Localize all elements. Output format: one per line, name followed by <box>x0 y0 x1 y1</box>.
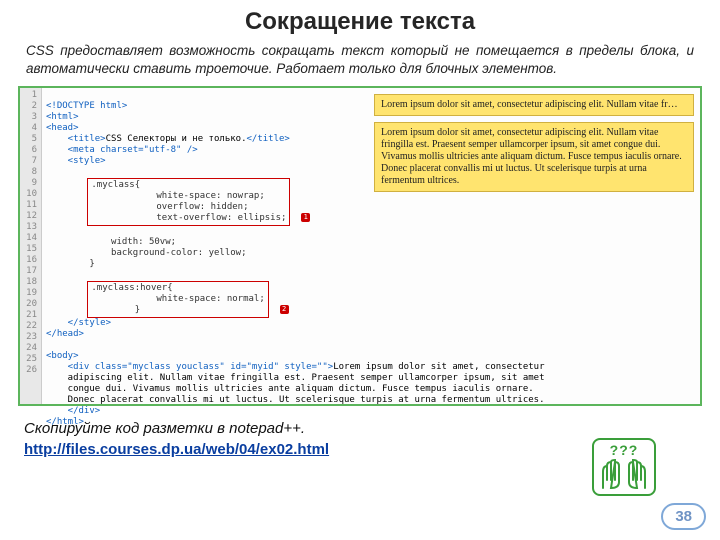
ln: 15 <box>20 244 37 255</box>
ln: 8 <box>20 167 37 178</box>
code-line: </head> <box>46 329 84 339</box>
ln: 2 <box>20 101 37 112</box>
ln: 22 <box>20 321 37 332</box>
code-line: <style> <box>46 156 106 166</box>
code-line: </style> <box>46 318 111 328</box>
ln: 1 <box>20 90 37 101</box>
code-line: <html> <box>46 112 79 122</box>
code-line: <title> <box>46 134 106 144</box>
ln: 20 <box>20 299 37 310</box>
ln: 21 <box>20 310 37 321</box>
css-sel: .myclass:hover{ <box>91 283 172 293</box>
ln: 24 <box>20 343 37 354</box>
ln: 14 <box>20 233 37 244</box>
ln: 6 <box>20 145 37 156</box>
preview-full: Lorem ipsum dolor sit amet, consectetur … <box>374 122 694 192</box>
browser-preview: Lorem ipsum dolor sit amet, consectetur … <box>374 94 694 198</box>
ln: 3 <box>20 112 37 123</box>
ln: 5 <box>20 134 37 145</box>
ln: 25 <box>20 354 37 365</box>
intro-text: CSS предоставляет возможность сокращать … <box>0 42 720 86</box>
css-sel: .myclass{ <box>91 180 140 190</box>
preview-truncated: Lorem ipsum dolor sit amet, consectetur … <box>374 94 694 116</box>
css-prop: background-color: yellow; <box>111 248 246 258</box>
page-number-badge: 38 <box>661 503 706 530</box>
ln: 13 <box>20 222 37 233</box>
code-line: <meta charset="utf-8" /> <box>46 145 198 155</box>
ln: 11 <box>20 200 37 211</box>
ln: 12 <box>20 211 37 222</box>
ln: 16 <box>20 255 37 266</box>
ln: 23 <box>20 332 37 343</box>
ln: 26 <box>20 365 37 376</box>
marker-1: 1 <box>301 213 310 222</box>
ln: 17 <box>20 266 37 277</box>
code-line: <!DOCTYPE html> <box>46 101 127 111</box>
code-text: CSS Селекторы и не только. <box>106 134 247 144</box>
exercise-link[interactable]: http://files.courses.dp.ua/web/04/ex02.h… <box>0 441 329 458</box>
css-prop: white-space: nowrap; <box>156 191 264 201</box>
code-line: <body> <box>46 351 79 361</box>
code-line: </div> <box>46 406 100 416</box>
css-rule-box-1: .myclass{ white-space: nowrap; overflow:… <box>87 178 290 226</box>
css-close: } <box>135 305 140 315</box>
marker-2: 2 <box>280 305 289 314</box>
code-line: </title> <box>247 134 290 144</box>
code-screenshot: 1 2 3 4 5 6 7 8 9 10 11 12 13 14 15 16 1… <box>18 86 702 406</box>
code-line: </html> <box>46 417 84 427</box>
page-title: Сокращение текста <box>0 0 720 42</box>
css-prop: width: 50vw; <box>111 237 176 247</box>
code-line: <head> <box>46 123 79 133</box>
line-gutter: 1 2 3 4 5 6 7 8 9 10 11 12 13 14 15 16 1… <box>20 88 42 404</box>
css-prop: overflow: hidden; <box>156 202 248 212</box>
hands-icon-box: ??? <box>592 438 656 496</box>
instruction-text: Скопируйте код разметки в notepad++. <box>0 406 720 441</box>
ln: 18 <box>20 277 37 288</box>
code-line: <div class="myclass youclass" id="myid" … <box>46 362 333 372</box>
ln: 7 <box>20 156 37 167</box>
css-prop: white-space: normal; <box>156 294 264 304</box>
hands-icon <box>597 458 651 492</box>
css-prop: text-overflow: ellipsis; <box>156 213 286 223</box>
ln: 10 <box>20 189 37 200</box>
ln: 19 <box>20 288 37 299</box>
ln: 4 <box>20 123 37 134</box>
css-close: } <box>89 259 94 269</box>
ln: 9 <box>20 178 37 189</box>
question-marks: ??? <box>594 440 654 458</box>
css-rule-box-2: .myclass:hover{ white-space: normal; } <box>87 281 268 318</box>
